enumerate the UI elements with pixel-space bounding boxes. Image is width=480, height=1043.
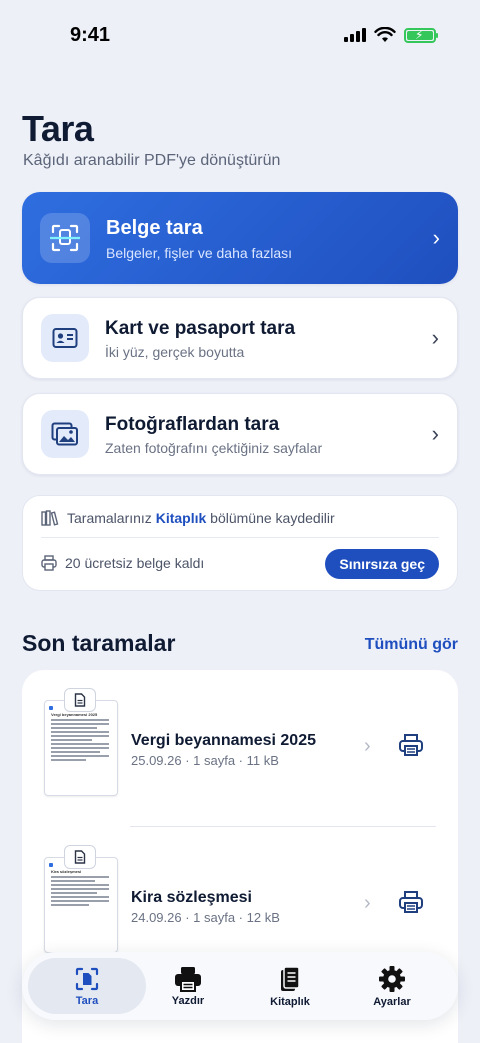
scan-photos-subtitle: Zaten fotoğrafını çektiğiniz sayfalar [105,440,323,456]
status-time: 9:41 [70,24,111,46]
document-meta: 24.09.26 · 1 sayfa · 12 kB [131,910,280,925]
library-info: Taramalarınız Kitaplık bölümüne kaydedil… [41,510,335,526]
status-bar: 9:41 ⚡ [0,0,480,70]
library-link[interactable]: Kitaplık [156,510,207,526]
divider [41,537,439,538]
document-icon [64,688,96,712]
document-name: Vergi beyannamesi 2025 [131,732,316,749]
tab-print[interactable]: Yazdır [132,958,244,1014]
battery-icon: ⚡ [404,27,438,43]
free-docs-info: 20 ücretsiz belge kaldı [41,555,204,571]
printer-icon [41,555,57,571]
print-button-icon[interactable] [398,890,424,914]
chevron-right-icon: › [364,735,371,757]
library-suffix: bölümüne kaydedilir [210,510,335,526]
chevron-right-icon: › [431,325,439,350]
see-all-link[interactable]: Tümünü gör [365,636,458,654]
tab-library[interactable]: Kitaplık [234,958,346,1014]
document-icon [64,845,96,869]
status-icons: ⚡ [344,27,438,43]
document-thumbnail: Kira sözleşmesi [44,857,118,953]
upgrade-button[interactable]: Sınırsıza geç [325,549,439,579]
gear-icon [379,965,405,992]
scan-from-photos-card[interactable]: Fotoğraflardan tara Zaten fotoğrafını çe… [22,393,458,475]
library-icon [281,965,300,991]
wifi-icon [374,27,396,42]
tab-scan[interactable]: Tara [28,958,146,1014]
tab-settings[interactable]: Ayarlar [336,958,448,1014]
tab-label: Yazdır [171,994,205,1007]
scan-id-title: Kart ve pasaport tara [105,318,296,339]
library-prefix: Taramalarınız [67,510,152,526]
tab-label: Tara [75,994,99,1007]
cellular-signal-icon [344,28,366,42]
printer-icon [175,966,201,992]
tab-label: Kitaplık [270,995,310,1008]
tab-bar: Tara Yazdır Kitaplık Ayarlar [22,952,458,1020]
recent-scans-title: Son taramalar [22,630,176,656]
chevron-right-icon: › [432,225,440,250]
scan-id-card[interactable]: Kart ve pasaport tara İki yüz, gerçek bo… [22,297,458,379]
tab-label: Ayarlar [373,995,411,1008]
scan-photos-title: Fotoğraflardan tara [105,414,280,435]
scan-document-title: Belge tara [106,217,203,239]
document-meta: 25.09.26 · 1 sayfa · 11 kB [131,753,279,768]
document-scan-icon [40,213,90,263]
page-title: Tara [22,108,94,149]
scan-id-subtitle: İki yüz, gerçek boyutta [105,344,245,360]
page-subtitle: Kâğıdı aranabilir PDF'ye dönüştürün [23,152,281,169]
document-thumbnail: Vergi beyannamesi 2025 [44,700,118,796]
id-card-icon [41,314,89,362]
scan-tab-icon [75,967,99,990]
chevron-right-icon: › [364,892,371,914]
chevron-right-icon: › [431,421,439,446]
list-item[interactable]: Kira sözleşmesi Kira sözleşmesi 24.09.26… [22,827,458,967]
scan-document-card[interactable]: Belge tara Belgeler, fişler ve daha fazl… [22,192,458,284]
info-card: Taramalarınız Kitaplık bölümüne kaydedil… [22,495,458,591]
library-icon [41,510,59,526]
print-button-icon[interactable] [398,733,424,757]
scan-document-subtitle: Belgeler, fişler ve daha fazlası [106,245,292,261]
free-docs-label: 20 ücretsiz belge kaldı [65,555,205,571]
document-name: Kira sözleşmesi [131,889,252,906]
photos-icon [41,410,89,458]
list-item[interactable]: Vergi beyannamesi 2025 Vergi beyannamesi… [22,670,458,810]
